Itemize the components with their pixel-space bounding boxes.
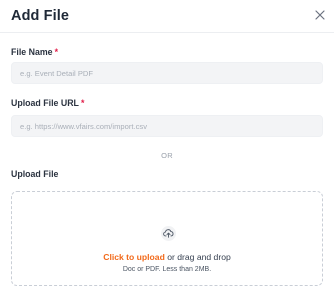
dialog-title: Add File — [11, 8, 69, 24]
drag-and-drop-text: or drag and drop — [164, 252, 231, 262]
file-name-input[interactable] — [11, 62, 323, 84]
click-to-upload-link[interactable]: Click to upload — [103, 252, 165, 262]
file-url-label: Upload File URL * — [11, 98, 84, 108]
file-type-hint: Doc or PDF. Less than 2MB. — [122, 266, 212, 273]
cloud-upload-icon — [161, 226, 176, 241]
required-marker: * — [54, 47, 58, 57]
required-marker: * — [80, 98, 85, 108]
close-icon[interactable] — [312, 7, 328, 23]
or-separator: OR — [161, 151, 173, 160]
file-dropzone[interactable]: Click to upload or drag and drop Doc or … — [11, 191, 323, 286]
upload-file-label: Upload File — [11, 169, 59, 179]
file-url-label-text: Upload File URL — [11, 98, 79, 108]
file-url-input[interactable] — [11, 115, 323, 137]
file-name-label-text: File Name — [11, 47, 53, 57]
add-file-dialog: Add File File Name* Upload File URL* OR … — [0, 0, 334, 295]
dropzone-instruction: Click to upload or drag and drop — [12, 252, 322, 262]
dialog-header: Add File — [0, 0, 334, 33]
file-name-label: File Name * — [11, 47, 58, 57]
